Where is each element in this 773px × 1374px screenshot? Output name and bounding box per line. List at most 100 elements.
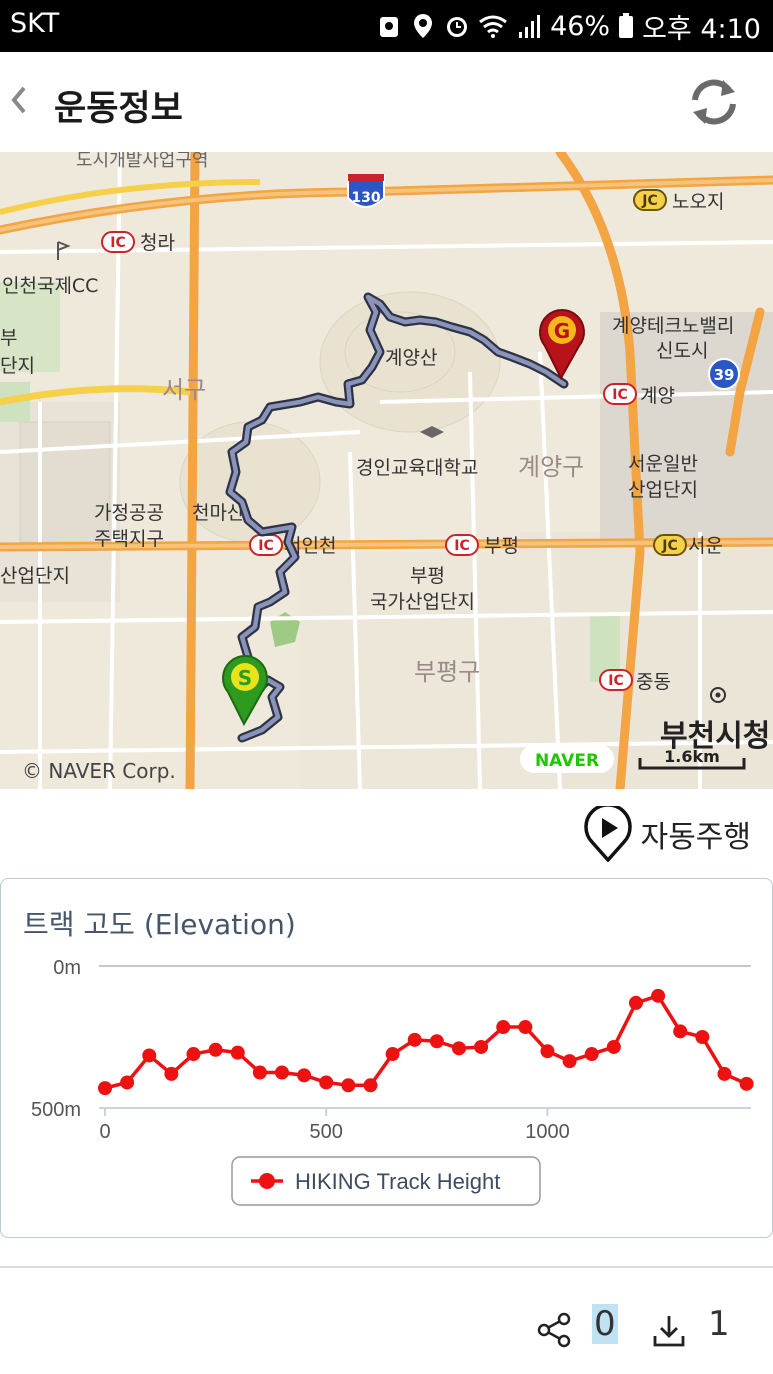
data-point: [474, 1039, 489, 1054]
legend-swatch-dot: [259, 1173, 275, 1189]
svg-text:IC: IC: [110, 235, 125, 251]
svg-text:IC: IC: [608, 673, 623, 689]
data-point: [429, 1034, 444, 1049]
svg-text:IC: IC: [454, 538, 469, 554]
svg-text:노오지: 노오지: [672, 191, 724, 213]
share-icon[interactable]: [536, 1312, 572, 1348]
svg-text:산업단지: 산업단지: [0, 565, 70, 587]
data-point: [186, 1047, 201, 1062]
data-point: [319, 1075, 334, 1090]
share-count: 0: [592, 1304, 618, 1344]
data-point: [496, 1020, 511, 1035]
data-point: [252, 1065, 267, 1080]
data-point: [717, 1066, 732, 1081]
data-point: [407, 1032, 422, 1047]
download-count: 1: [708, 1304, 730, 1344]
map-copyright: © NAVER Corp.: [22, 759, 176, 783]
elevation-chart[interactable]: 500m 0m 0 500 1000 HIKING Track Height: [1, 879, 772, 1237]
alarm-icon: [447, 17, 468, 37]
svg-text:인천국제CC: 인천국제CC: [2, 275, 98, 297]
data-point: [651, 988, 666, 1003]
chart-legend[interactable]: HIKING Track Height: [231, 1156, 541, 1206]
wifi-icon: [479, 15, 507, 38]
svg-text:NAVER: NAVER: [535, 751, 599, 771]
clock: 오후 4:10: [642, 13, 761, 45]
elevation-card: 트랙 고도 (Elevation) 500m 0m 0 500 1000 HIKING T…: [0, 878, 773, 1238]
auto-drive-label: 자동주행: [640, 820, 751, 855]
svg-text:부평구: 부평구: [414, 658, 480, 686]
legend-label: HIKING Track Height: [295, 1169, 500, 1194]
map-canvas[interactable]: 130 39 IC IC IC IC IC JC JC 도시개발사업구역 노오지: [0, 152, 773, 789]
status-bar: SKT 46% 오후 4:10: [0, 0, 773, 52]
data-point: [120, 1075, 135, 1090]
battery-percent: 46%: [550, 10, 611, 42]
battery-icon: [619, 13, 634, 38]
x-tick-label: 500: [310, 1121, 343, 1143]
data-point: [540, 1044, 555, 1059]
play-pin-icon: [583, 806, 632, 862]
svg-text:단지: 단지: [0, 355, 35, 377]
svg-text:국가산업단지: 국가산업단지: [370, 591, 475, 613]
status-icons: 46% 오후 4:10: [376, 6, 761, 46]
data-point: [451, 1041, 466, 1056]
svg-text:계양테크노밸리: 계양테크노밸리: [612, 315, 734, 337]
data-point: [518, 1020, 533, 1035]
y-tick-label: 0m: [53, 957, 81, 979]
location-icon: [414, 14, 433, 38]
refresh-icon[interactable]: [683, 74, 745, 130]
svg-text:청라: 청라: [140, 232, 175, 254]
svg-text:서운: 서운: [688, 535, 723, 557]
data-point: [208, 1042, 223, 1057]
svg-text:부평: 부평: [410, 565, 445, 587]
data-point: [297, 1068, 312, 1083]
data-point: [385, 1047, 400, 1062]
data-point: [341, 1078, 356, 1093]
svg-text:가정공공: 가정공공: [94, 502, 164, 524]
data-point: [628, 995, 643, 1010]
route-39-shield: 39: [708, 358, 740, 390]
svg-text:IC: IC: [258, 538, 273, 554]
back-chevron-icon[interactable]: [6, 80, 32, 120]
svg-text:1.6km: 1.6km: [664, 747, 720, 766]
svg-text:JC: JC: [641, 193, 657, 209]
svg-text:부평: 부평: [484, 535, 519, 557]
svg-text:IC: IC: [612, 387, 627, 403]
svg-text:신도시: 신도시: [656, 340, 708, 362]
data-point: [673, 1024, 688, 1039]
svg-text:도시개발사업구역: 도시개발사업구역: [76, 152, 208, 171]
footer-actions: 0 1: [0, 1300, 773, 1360]
data-point: [695, 1030, 710, 1044]
data-point: [739, 1076, 754, 1091]
svg-text:계양산: 계양산: [385, 347, 437, 369]
series-line: [104, 994, 748, 1090]
signal-icon: [519, 15, 541, 38]
x-tick-label: 0: [99, 1121, 110, 1143]
svg-text:부: 부: [0, 327, 17, 349]
divider: [0, 1266, 773, 1268]
route-130-shield: 130: [347, 174, 385, 208]
svg-text:39: 39: [714, 366, 735, 384]
data-point: [164, 1066, 179, 1081]
download-icon[interactable]: [650, 1312, 688, 1350]
svg-text:경인교육대학교: 경인교육대학교: [356, 457, 478, 479]
svg-text:계양구: 계양구: [518, 453, 584, 481]
data-point: [584, 1047, 599, 1062]
naver-badge[interactable]: NAVER: [520, 745, 614, 773]
svg-text:서운일반: 서운일반: [628, 453, 698, 475]
auto-drive-button[interactable]: 자동주행: [583, 806, 751, 862]
carrier-label: SKT: [10, 8, 60, 39]
svg-text:S: S: [238, 666, 252, 690]
svg-text:천마산: 천마산: [192, 502, 244, 524]
notification-icon: [380, 17, 399, 37]
data-point: [230, 1045, 245, 1060]
data-point: [606, 1039, 621, 1054]
y-tick-label: 500m: [31, 1099, 81, 1121]
app-bar: 운동정보: [0, 52, 773, 152]
svg-text:서구: 서구: [162, 376, 206, 404]
svg-text:중동: 중동: [636, 671, 671, 693]
svg-text:G: G: [554, 319, 570, 343]
data-point: [274, 1065, 289, 1080]
svg-text:주택지구: 주택지구: [94, 528, 164, 550]
svg-text:산업단지: 산업단지: [628, 479, 698, 501]
route-map[interactable]: 130 39 IC IC IC IC IC JC JC 도시개발사업구역 노오지: [0, 152, 773, 789]
